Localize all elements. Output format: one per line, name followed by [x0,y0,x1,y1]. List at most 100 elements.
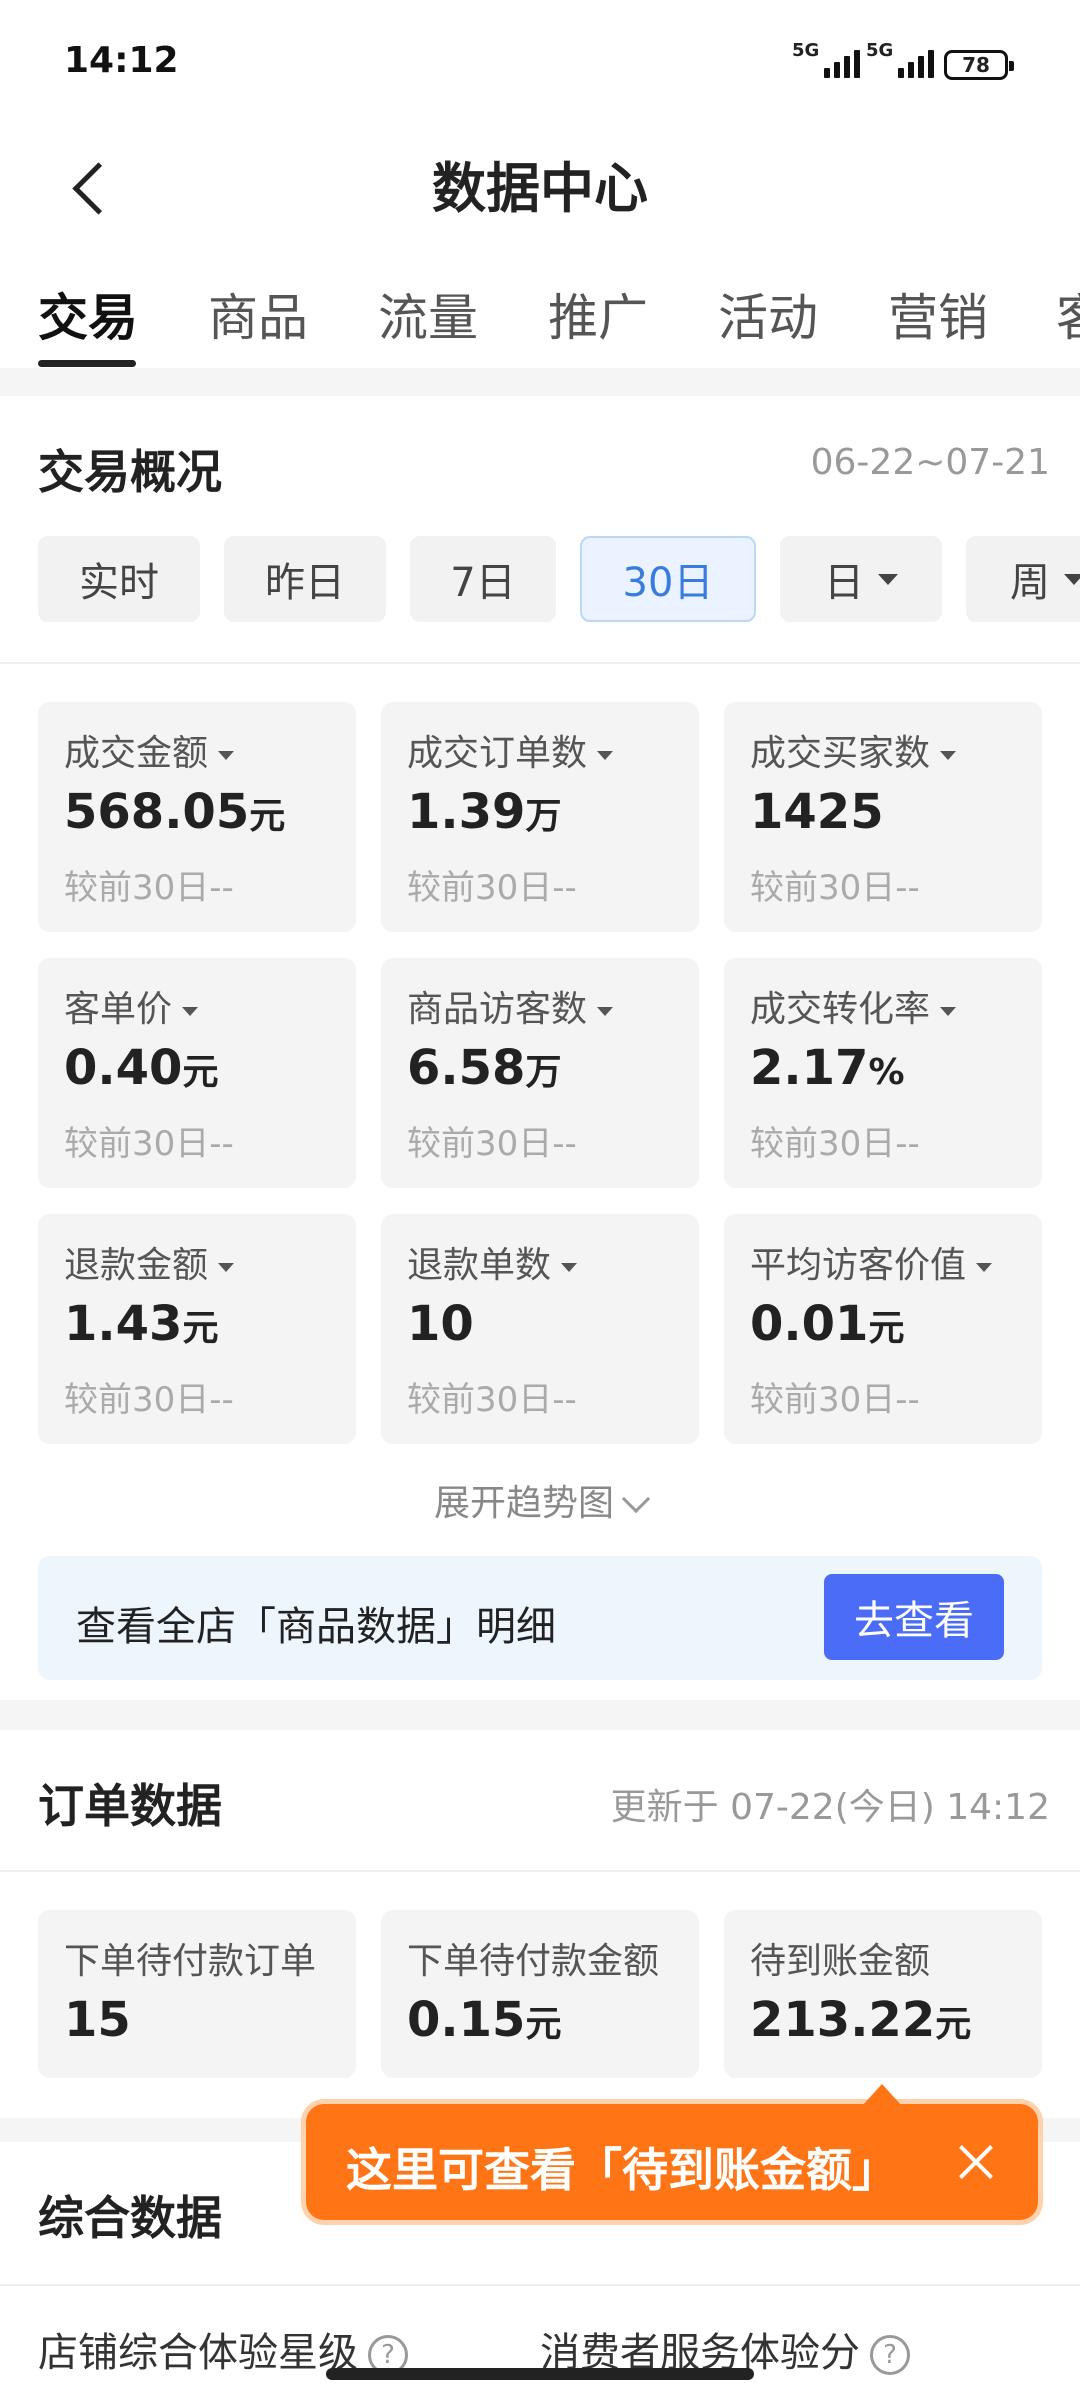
tab-trade[interactable]: 交易 [38,278,138,350]
metric-comparison: 较前30日-- [64,868,234,908]
tab-customer[interactable]: 客 [1056,278,1080,350]
metric-label[interactable]: 成交订单数 [407,724,614,776]
caret-down-icon [597,1006,614,1016]
tab-marketing[interactable]: 营销 [888,278,988,350]
metric-card[interactable]: 成交金额 568.05元 较前30日-- [38,702,356,932]
metric-value-number: 0.40 [64,1040,183,1096]
order-card-unit: 元 [935,2004,972,2045]
metric-card[interactable]: 退款单数 10 较前30日-- [381,1214,699,1444]
metric-comparison: 较前30日-- [407,868,577,908]
order-card-value-number: 213.22 [750,1992,936,2048]
metric-comparison: 较前30日-- [750,1124,920,1164]
metric-unit: 元 [182,1052,219,1093]
metric-value: 0.40元 [64,1040,218,1096]
signal-icon-2: 5G [866,40,934,78]
order-card-value: 213.22元 [750,1992,971,2048]
chip-week-dropdown[interactable]: 周 [966,536,1080,622]
caret-down-icon [218,750,235,760]
home-indicator[interactable] [326,2368,754,2380]
metric-label-text: 成交买家数 [750,733,931,774]
metric-value: 1.39万 [407,784,561,840]
metric-comparison: 较前30日-- [407,1124,577,1164]
caret-down-icon [182,1006,199,1016]
metric-unit: 元 [182,1308,219,1349]
section-title: 交易概况 [38,445,222,499]
trade-overview-section: 交易概况 06-22~07-21 实时 昨日 7日 30日 日 周 成交金额 56… [0,396,1080,1700]
order-card-value: 15 [64,1992,131,2048]
battery-icon: 78 [944,50,1014,80]
chip-7days[interactable]: 7日 [410,536,556,622]
metric-card[interactable]: 客单价 0.40元较前30日-- [38,958,356,1188]
section-title: 综合数据 [38,2191,222,2245]
metric-label[interactable]: 成交买家数 [750,724,957,776]
metric-label[interactable]: 客单价 [64,980,199,1032]
metric-value: 10 [407,1296,474,1352]
chip-30days[interactable]: 30日 [580,536,756,622]
status-bar: 14:12 5G 5G 78 [0,0,1080,130]
metric-card[interactable]: 成交买家数 1425 较前30日-- [724,702,1042,932]
metric-comparison: 较前30日-- [64,1124,234,1164]
metric-label[interactable]: 退款金额 [64,1236,235,1288]
metric-card[interactable]: 成交订单数 1.39万较前30日-- [381,702,699,932]
tab-activity[interactable]: 活动 [718,278,818,350]
caret-down-icon [940,1006,957,1016]
section-title: 订单数据 [38,1779,222,1833]
order-card-value: 0.15元 [407,1992,561,2048]
store-rating-label: 店铺综合体验星级 [38,2330,358,2376]
banner-text: 查看全店「商品数据」明细 [76,1604,556,1650]
network-type-label: 5G [792,40,820,61]
page-title: 数据中心 [432,157,648,220]
caret-down-icon [218,1262,235,1272]
metric-value: 1.43元 [64,1296,218,1352]
order-card-unit: 元 [525,2004,562,2045]
caret-down-icon [976,1262,993,1272]
chip-day-dropdown[interactable]: 日 [780,536,942,622]
metric-value: 6.58万 [407,1040,561,1096]
network-type-label-2: 5G [866,40,894,61]
order-card[interactable]: 下单待付款订单 15 [38,1910,356,2078]
metric-card[interactable]: 成交转化率 2.17% 较前30日-- [724,958,1042,1188]
metric-label[interactable]: 商品访客数 [407,980,614,1032]
expand-trend-button[interactable]: 展开趋势图 [0,1474,1080,1526]
metric-label[interactable]: 成交转化率 [750,980,957,1032]
metric-comparison: 较前30日-- [64,1380,234,1420]
metric-card[interactable]: 商品访客数 6.58万较前30日-- [381,958,699,1188]
go-view-button[interactable]: 去查看 [824,1574,1004,1660]
order-card[interactable]: 待到账金额 213.22元 [724,1910,1042,2078]
tab-goods[interactable]: 商品 [208,278,308,350]
metric-unit: % [868,1052,905,1093]
caret-down-icon [597,750,614,760]
chevron-down-icon [621,1484,651,1514]
metric-unit: 万 [525,796,562,837]
metric-label-text: 客单价 [64,989,173,1030]
divider [0,1870,1080,1872]
metric-value: 0.01元 [750,1296,904,1352]
metric-value-number: 2.17 [750,1040,869,1096]
order-card[interactable]: 下单待付款金额 0.15元 [381,1910,699,2078]
chip-week-label: 周 [1010,560,1050,606]
chip-yesterday[interactable]: 昨日 [224,536,386,622]
order-card-label: 待到账金额 [750,1941,931,1982]
help-icon[interactable]: ? [870,2335,910,2375]
metric-value-number: 568.05 [64,784,250,840]
metric-label[interactable]: 成交金额 [64,724,235,776]
metric-value-number: 10 [407,1296,474,1352]
metric-label-text: 成交订单数 [407,733,588,774]
metric-card[interactable]: 平均访客价值 0.01元 较前30日-- [724,1214,1042,1444]
tab-traffic[interactable]: 流量 [378,278,478,350]
chip-realtime[interactable]: 实时 [38,536,200,622]
metric-card[interactable]: 退款金额 1.43元较前30日-- [38,1214,356,1444]
order-card-label: 下单待付款金额 [407,1941,660,1982]
divider [0,662,1080,664]
metric-value-number: 1.43 [64,1296,183,1352]
metric-label[interactable]: 平均访客价值 [750,1236,993,1288]
category-tabs: 交易 商品 流量 推广 活动 营销 客 [0,240,1080,368]
close-icon[interactable] [954,2140,998,2184]
divider [0,2284,1080,2286]
metric-label[interactable]: 退款单数 [407,1236,578,1288]
metric-comparison: 较前30日-- [407,1380,577,1420]
order-card-value-number: 15 [64,1992,131,2048]
order-card-label: 下单待付款订单 [64,1941,317,1982]
expand-trend-label: 展开趋势图 [433,1483,614,1524]
tab-promotion[interactable]: 推广 [548,278,648,350]
